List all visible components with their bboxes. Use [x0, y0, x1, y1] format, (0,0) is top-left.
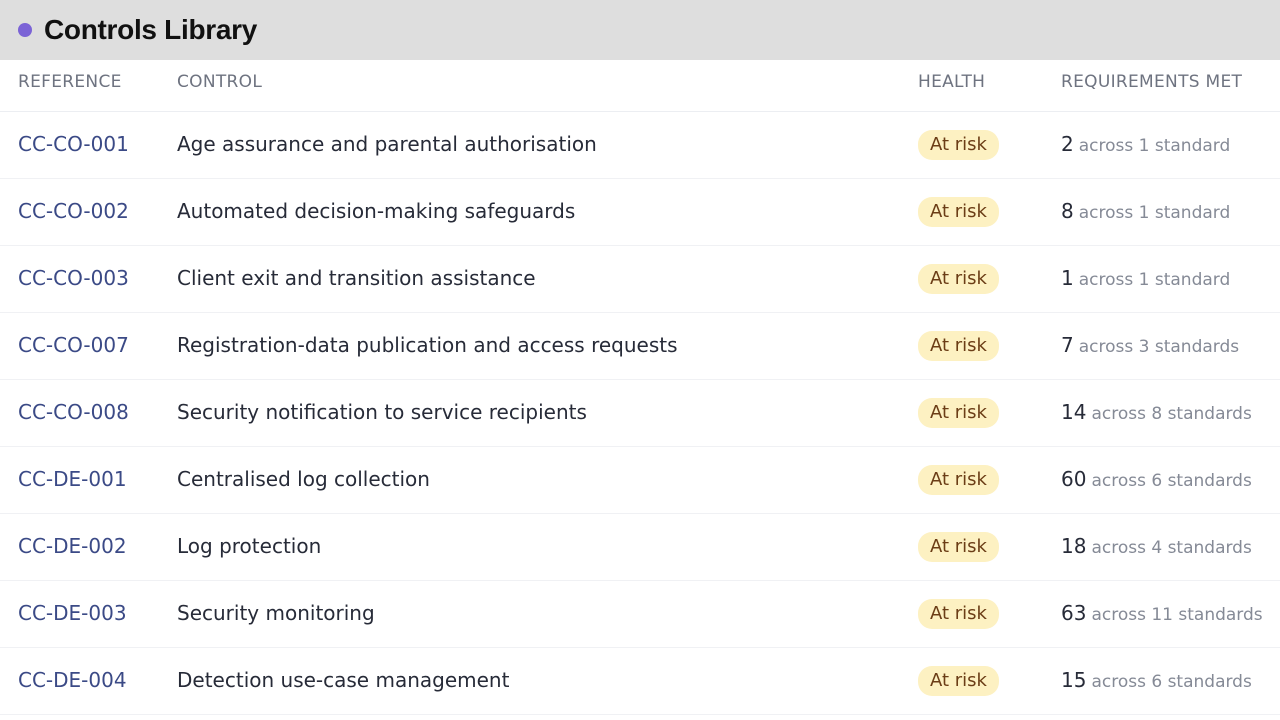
- requirements-count: 18: [1061, 534, 1087, 558]
- column-header-health[interactable]: HEALTH: [918, 72, 985, 92]
- control-reference-link[interactable]: CC-CO-001: [18, 132, 129, 156]
- requirements-count: 15: [1061, 668, 1087, 692]
- page-title: Controls Library: [44, 14, 258, 45]
- table-header: REFERENCE CONTROL HEALTH REQUIREMENTS ME…: [0, 60, 1280, 112]
- control-reference-link[interactable]: CC-CO-007: [18, 333, 129, 357]
- control-reference-link[interactable]: CC-DE-004: [18, 668, 127, 692]
- requirements-standards: across 1 standard: [1078, 136, 1231, 156]
- requirements-met: 7 across 3 standards: [1061, 333, 1239, 357]
- controls-table-body: CC-CO-001 Age assurance and parental aut…: [0, 112, 1280, 715]
- requirements-met: 2 across 1 standard: [1061, 132, 1230, 156]
- requirements-count: 60: [1061, 467, 1087, 491]
- control-name: Log protection: [177, 534, 322, 558]
- control-name: Age assurance and parental authorisation: [177, 132, 597, 156]
- requirements-standards: across 4 standards: [1091, 538, 1252, 558]
- requirements-count: 14: [1061, 400, 1087, 424]
- requirements-met: 15 across 6 standards: [1061, 668, 1252, 692]
- title-bar: Controls Library: [0, 0, 1280, 60]
- health-badge: At risk: [918, 264, 999, 294]
- requirements-standards: across 6 standards: [1091, 471, 1252, 491]
- table-row[interactable]: CC-DE-004 Detection use-case management …: [0, 648, 1280, 715]
- control-name: Centralised log collection: [177, 467, 430, 491]
- requirements-standards: across 3 standards: [1078, 337, 1240, 357]
- requirements-met: 60 across 6 standards: [1061, 467, 1252, 491]
- health-badge: At risk: [918, 398, 999, 428]
- health-badge: At risk: [918, 599, 999, 629]
- requirements-met: 1 across 1 standard: [1061, 266, 1230, 290]
- control-name: Client exit and transition assistance: [177, 266, 536, 290]
- control-reference-link[interactable]: CC-CO-002: [18, 199, 129, 223]
- column-header-reference[interactable]: REFERENCE: [18, 72, 122, 92]
- column-header-requirements-met[interactable]: REQUIREMENTS MET: [1061, 72, 1242, 92]
- requirements-standards: across 8 standards: [1091, 404, 1252, 424]
- requirements-count: 2: [1061, 132, 1074, 156]
- control-reference-link[interactable]: CC-DE-002: [18, 534, 127, 558]
- control-name: Registration-data publication and access…: [177, 333, 678, 357]
- health-badge: At risk: [918, 197, 999, 227]
- control-name: Security notification to service recipie…: [177, 400, 587, 424]
- control-reference-link[interactable]: CC-DE-003: [18, 601, 127, 625]
- table-row[interactable]: CC-CO-002 Automated decision-making safe…: [0, 179, 1280, 246]
- table-row[interactable]: CC-CO-007 Registration-data publication …: [0, 313, 1280, 380]
- status-dot-icon: [18, 23, 32, 37]
- column-header-control[interactable]: CONTROL: [177, 72, 262, 92]
- health-badge: At risk: [918, 331, 999, 361]
- requirements-standards: across 1 standard: [1078, 203, 1231, 223]
- table-row[interactable]: CC-DE-001 Centralised log collection At …: [0, 447, 1280, 514]
- table-row[interactable]: CC-DE-003 Security monitoring At risk 63…: [0, 581, 1280, 648]
- table-row[interactable]: CC-CO-008 Security notification to servi…: [0, 380, 1280, 447]
- requirements-count: 7: [1061, 333, 1074, 357]
- health-badge: At risk: [918, 666, 999, 696]
- requirements-standards: across 1 standard: [1078, 270, 1231, 290]
- table-row[interactable]: CC-CO-003 Client exit and transition ass…: [0, 246, 1280, 313]
- requirements-met: 14 across 8 standards: [1061, 400, 1252, 424]
- requirements-count: 1: [1061, 266, 1074, 290]
- health-badge: At risk: [918, 532, 999, 562]
- control-reference-link[interactable]: CC-DE-001: [18, 467, 127, 491]
- requirements-standards: across 6 standards: [1091, 672, 1252, 692]
- control-name: Automated decision-making safeguards: [177, 199, 576, 223]
- requirements-count: 8: [1061, 199, 1074, 223]
- control-name: Detection use-case management: [177, 668, 510, 692]
- control-reference-link[interactable]: CC-CO-008: [18, 400, 129, 424]
- requirements-met: 63 across 11 standards: [1061, 601, 1263, 625]
- requirements-met: 8 across 1 standard: [1061, 199, 1230, 223]
- requirements-met: 18 across 4 standards: [1061, 534, 1252, 558]
- table-row[interactable]: CC-CO-001 Age assurance and parental aut…: [0, 112, 1280, 179]
- requirements-standards: across 11 standards: [1091, 605, 1263, 625]
- requirements-count: 63: [1061, 601, 1087, 625]
- table-row[interactable]: CC-DE-002 Log protection At risk 18 acros…: [0, 514, 1280, 581]
- health-badge: At risk: [918, 130, 999, 160]
- health-badge: At risk: [918, 465, 999, 495]
- control-name: Security monitoring: [177, 601, 375, 625]
- control-reference-link[interactable]: CC-CO-003: [18, 266, 129, 290]
